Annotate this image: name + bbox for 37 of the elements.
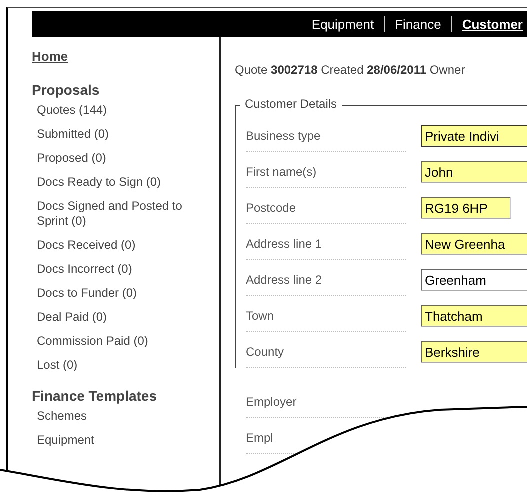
sidebar-item[interactable]: Submitted (0) xyxy=(37,127,202,142)
section-heading: Proposals xyxy=(32,82,100,98)
nav-tab[interactable]: Finance xyxy=(385,16,452,32)
sidebar-item[interactable]: Deal Paid (0) xyxy=(37,310,202,325)
sidebar-item[interactable]: Commission Paid (0) xyxy=(37,334,202,349)
input-field[interactable]: Berkshire xyxy=(421,341,527,363)
field-label: County xyxy=(246,345,284,359)
field-label: Employer xyxy=(246,395,297,409)
sidebar-item[interactable]: Equipment xyxy=(37,433,202,448)
sidebar-item[interactable]: Docs to Funder (0) xyxy=(37,286,202,301)
home-link[interactable]: Home xyxy=(32,49,68,64)
nav-tab[interactable]: Customer xyxy=(452,16,527,32)
input-field[interactable]: RG19 6HP xyxy=(421,197,511,219)
fieldset-legend: Customer Details xyxy=(240,97,342,111)
select-field[interactable]: Private Indivi xyxy=(421,125,527,147)
input-field[interactable]: Thatcham xyxy=(421,305,527,327)
sidebar-item[interactable]: Lost (0) xyxy=(37,358,202,373)
nav-tab[interactable]: Equipment xyxy=(302,16,384,32)
sidebar-item[interactable]: Docs Signed and Posted to Sprint (0) xyxy=(37,199,202,229)
sidebar-item[interactable]: Proposed (0) xyxy=(37,151,202,166)
sidebar-item[interactable]: Docs Incorrect (0) xyxy=(37,262,202,277)
input-field[interactable]: John xyxy=(421,161,527,183)
sidebar-item[interactable]: Docs Ready to Sign (0) xyxy=(37,175,202,190)
input-field[interactable]: New Greenha xyxy=(421,233,527,255)
field-label: Address line 2 xyxy=(246,273,322,287)
field-label: First name(s) xyxy=(246,165,317,179)
input-field[interactable]: Greenham xyxy=(421,269,527,291)
field-label: Business type xyxy=(246,129,321,143)
field-label: Address line 1 xyxy=(246,237,322,251)
sidebar-item[interactable]: Schemes xyxy=(37,409,202,424)
quote-summary: Quote 3002718 Created 28/06/2011 Owner xyxy=(235,63,466,77)
sidebar-item[interactable]: Quotes (144) xyxy=(37,103,202,118)
section-heading: Finance Templates xyxy=(32,388,158,404)
field-label: Empl xyxy=(246,431,274,445)
field-label: Town xyxy=(246,309,274,323)
field-label: Postcode xyxy=(246,201,296,215)
sidebar-item[interactable]: Docs Received (0) xyxy=(37,238,202,253)
